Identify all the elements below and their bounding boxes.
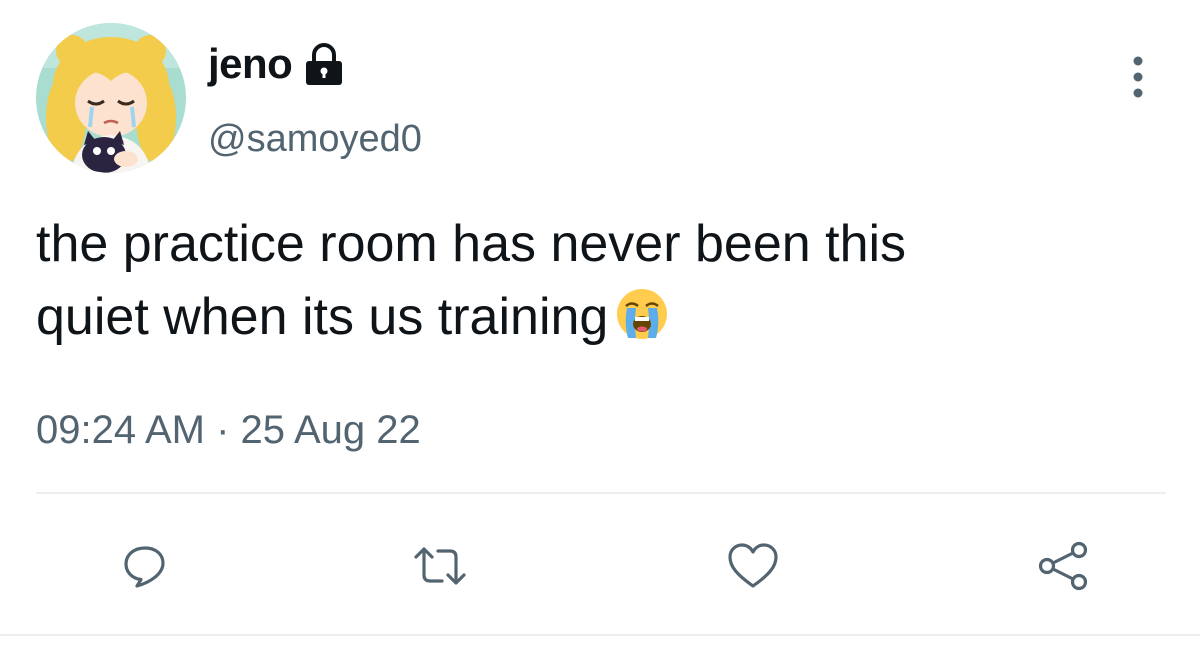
heart-icon <box>728 543 778 588</box>
divider <box>36 492 1166 494</box>
tweet-text-line-2-text: quiet when its us training <box>36 288 609 346</box>
tweet-card: jeno @samoyed0 the practice room has nev… <box>0 0 1200 652</box>
retweet-icon <box>414 547 466 585</box>
tweet-text-line-2: quiet when its us training <box>36 281 1166 354</box>
tweet-text-line-1: the practice room has never been this <box>36 215 907 273</box>
more-vertical-icon[interactable] <box>1118 52 1158 102</box>
like-button[interactable] <box>725 538 781 594</box>
display-name[interactable]: jeno <box>208 40 293 88</box>
lock-icon <box>300 40 348 88</box>
bottom-divider <box>0 634 1200 636</box>
loudly-crying-face-emoji <box>614 286 670 342</box>
reply-button[interactable] <box>117 538 173 594</box>
tweet-text: the practice room has never been this qu… <box>36 208 1166 354</box>
reply-icon <box>124 546 165 588</box>
user-handle[interactable]: @samoyed0 <box>208 118 422 161</box>
share-button[interactable] <box>1035 538 1091 594</box>
share-icon <box>1038 541 1088 591</box>
avatar-image <box>36 23 186 173</box>
retweet-button[interactable] <box>412 538 468 594</box>
timestamp[interactable]: 09:24 AM · 25 Aug 22 <box>36 408 421 453</box>
name-row: jeno <box>208 40 348 88</box>
avatar[interactable] <box>36 23 186 173</box>
